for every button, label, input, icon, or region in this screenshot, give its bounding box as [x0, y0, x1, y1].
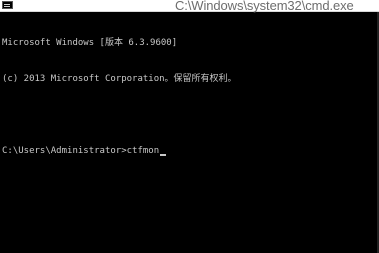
version-line: Microsoft Windows [版本 6.3.9600]	[2, 38, 178, 48]
command-text[interactable]: ctfmon	[127, 145, 160, 157]
command-line[interactable]: C:\Users\Administrator> ctfmon	[2, 145, 379, 157]
title-bar[interactable]: C:\Windows\system32\cmd.exe	[0, 0, 379, 13]
text-cursor	[160, 154, 167, 156]
cmd-icon[interactable]	[2, 1, 13, 9]
prompt-text: C:\Users\Administrator>	[2, 146, 127, 156]
window-title: C:\Windows\system32\cmd.exe	[175, 0, 354, 13]
copyright-line: (c) 2013 Microsoft Corporation。保留所有权利。	[2, 74, 237, 84]
cmd-window: C:\Windows\system32\cmd.exe Microsoft Wi…	[0, 0, 379, 253]
console-output[interactable]: Microsoft Windows [版本 6.3.9600] (c) 2013…	[2, 13, 379, 253]
